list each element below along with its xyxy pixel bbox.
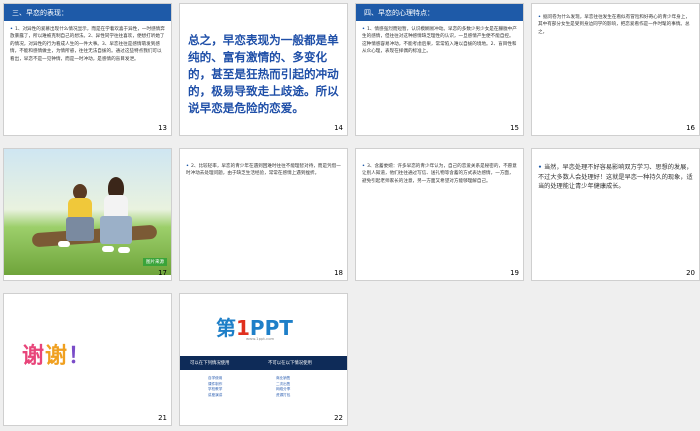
thanks-rest: ！	[68, 344, 92, 369]
slide-number: 22	[334, 414, 343, 422]
slide-text: 1、情感强烈而短暂，认识模糊易冲动。早恋的多数少男少女是在朦胧中产生的感情，但往…	[362, 27, 517, 55]
slide-text: 当然，早恋处理不好容易影响双方学习、思想的发展，不过大多数人会处理好！这就是早恋…	[538, 164, 693, 191]
bullet-icon: •	[362, 27, 365, 32]
ppt-logo-area: 第1PPT www.1ppt.com	[180, 294, 347, 356]
bullet-icon: •	[538, 164, 542, 171]
slide-number: 13	[158, 124, 167, 132]
shoe-shape	[118, 247, 130, 253]
slide-thumbnail-17[interactable]: 图片来源 17	[3, 148, 172, 281]
slide-body-text: • 2、比较轻率，早恋的青少年在遇到困难时往往不能理智对待，而是凭借一时冲动去处理…	[186, 163, 341, 178]
slide-body-text: • 3、含蓄委婉：许多早恋的青少年认为，自己的恋爱关系是秘密的，不愿意让别人知道，…	[362, 163, 517, 185]
slide-title: 三、早恋的表现：	[4, 4, 171, 21]
slide-number: 19	[510, 269, 519, 277]
slide-thumbnail-14[interactable]: 总之，早恋表现为一般都是单纯的、富有激情的、多变化的，甚至是狂热而引起的冲动的，…	[179, 3, 348, 136]
shoe-shape	[58, 241, 70, 247]
slide-number: 15	[510, 124, 519, 132]
slide-thumbnail-13[interactable]: 三、早恋的表现： • 1、对异性的爱慕出现什么情况显示，而是在学着欢喜于异性，一时…	[3, 3, 172, 136]
slide-sorter-grid: 三、早恋的表现： • 1、对异性的爱慕出现什么情况显示，而是在学着欢喜于异性，一时…	[0, 0, 700, 431]
slide-number: 20	[686, 269, 695, 277]
bullet-icon: •	[186, 164, 189, 169]
band-left-label: 可以在下列情况使用	[190, 361, 230, 366]
slide-body-text: • 1、对异性的爱慕出现什么情况显示，而是在学着欢喜于异性，一时感情奔放暴露了，所…	[10, 26, 165, 63]
slide-thumbnail-15[interactable]: 四、早恋的心理特点： • 1、情感强烈而短暂，认识模糊易冲动。早恋的多数少男少女是…	[355, 3, 524, 136]
girl-figure	[98, 177, 136, 247]
slide-thumbnail-16[interactable]: • 据问卷为什么发现，早恋往往发生在看似有冒险和好奇心的青少年身上，其中有部分女生…	[531, 3, 700, 136]
slide-thumbnail-18[interactable]: • 2、比较轻率，早恋的青少年在遇到困难时往往不能理智对待，而是凭借一时冲动去处理…	[179, 148, 348, 281]
couple-photo: 图片来源	[4, 149, 171, 275]
slide-text: 1、对异性的爱慕出现什么情况显示，而是在学着欢喜于异性，一时感情奔放暴露了，所以…	[10, 27, 165, 62]
bullet-icon: •	[10, 27, 13, 32]
slide-text: 2、比较轻率，早恋的青少年在遇到困难时往往不能理智对待，而是凭借一时冲动去处理问…	[186, 164, 341, 177]
slide-thumbnail-20[interactable]: • 当然，早恋处理不好容易影响双方学习、思想的发展，不过大多数人会处理好！这就是早…	[531, 148, 700, 281]
slide-body-text: • 1、情感强烈而短暂，认识模糊易冲动。早恋的多数少男少女是在朦胧中产生的感情，但…	[362, 26, 517, 56]
slide-text: 据问卷为什么发现，早恋往往发生在看似有冒险和好奇心的青少年身上，其中有部分女生是…	[538, 15, 690, 35]
slide-body-text: • 当然，早恋处理不好容易影响双方学习、思想的发展，不过大多数人会处理好！这就是早…	[538, 163, 693, 192]
slide-text: 3、含蓄委婉：许多早恋的青少年认为，自己的恋爱关系是秘密的，不愿意让别人知道，他…	[362, 164, 517, 184]
slide-thumbnail-19[interactable]: • 3、含蓄委婉：许多早恋的青少年认为，自己的恋爱关系是秘密的，不愿意让别人知道，…	[355, 148, 524, 281]
shoe-shape	[102, 246, 114, 252]
bullet-icon: •	[362, 164, 365, 169]
photo-badge: 图片来源	[143, 258, 167, 266]
slide-title: 四、早恋的心理特点：	[356, 4, 523, 21]
usage-band: 可以在下列情况使用 不可以在以下情况使用	[180, 356, 347, 370]
slide-body-text: • 据问卷为什么发现，早恋往往发生在看似有冒险和好奇心的青少年身上，其中有部分女生…	[538, 14, 693, 36]
slide-number: 14	[334, 124, 343, 132]
band-right-label: 不可以在以下情况使用	[268, 361, 312, 366]
ppt-site: www.1ppt.com	[246, 336, 275, 341]
boy-figure	[62, 184, 96, 242]
slide-thumbnail-21[interactable]: 谢谢！ 21	[3, 293, 172, 426]
slide-thumbnail-22[interactable]: 第1PPT www.1ppt.com 可以在下列情况使用 不可以在以下情况使用 …	[179, 293, 348, 426]
thanks-text: 谢谢！	[22, 344, 92, 369]
usage-list-forbidden: 商业销售 二次出售 网络分享 资源打包	[276, 376, 291, 397]
slide-number: 17	[158, 269, 167, 277]
slide-number: 18	[334, 269, 343, 277]
slide-big-text: 总之，早恋表现为一般都是单纯的、富有激情的、多变化的，甚至是狂热而引起的冲动的，…	[188, 33, 339, 115]
slide-number: 16	[686, 124, 695, 132]
slide-number: 21	[158, 414, 167, 422]
usage-list-allowed: 自学使用 课件制作 学校教学 讲座演讲	[208, 376, 223, 397]
bullet-icon: •	[538, 15, 541, 20]
